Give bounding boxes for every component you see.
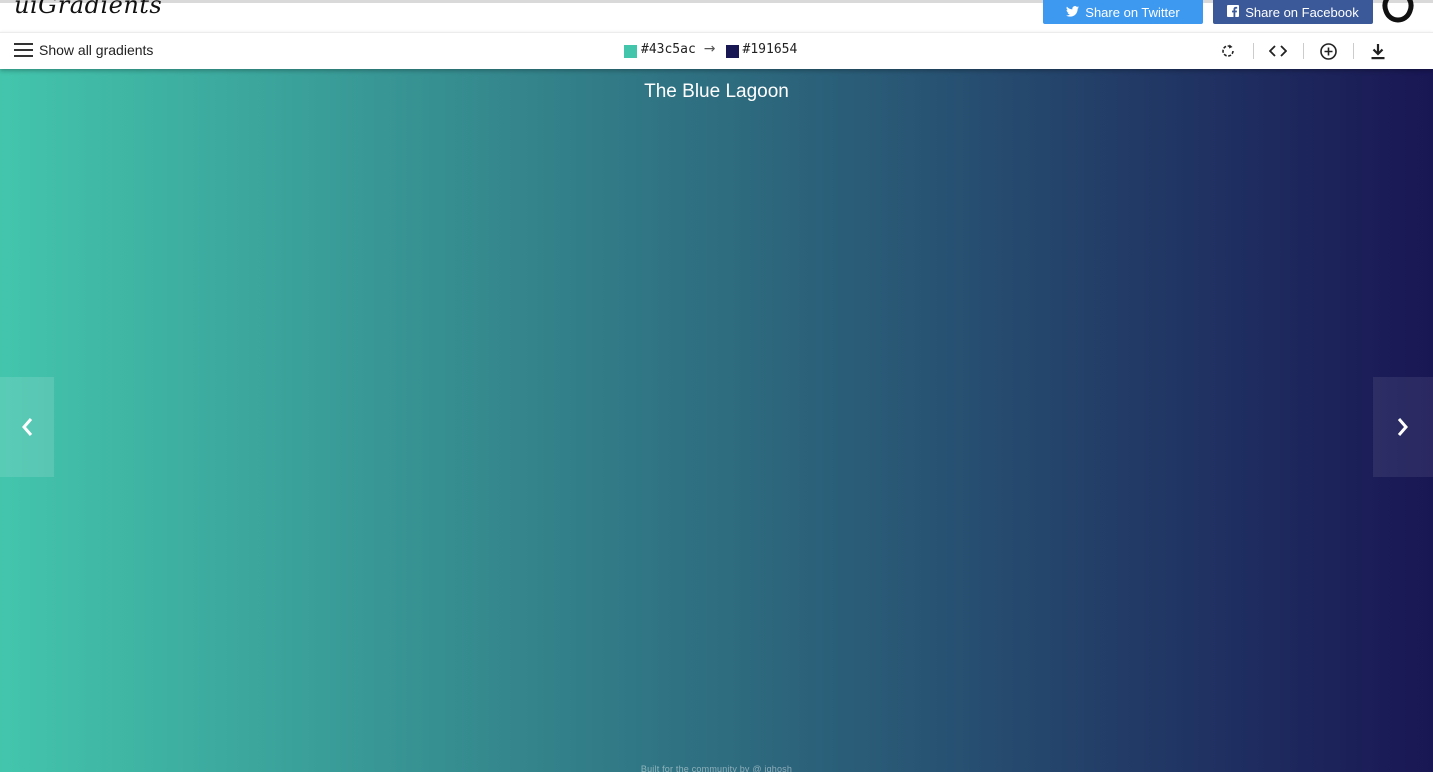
top-header: uiGradients Share on Twitter Share on Fa… — [0, 0, 1433, 32]
chevron-left-icon — [22, 418, 33, 436]
previous-gradient-button[interactable] — [0, 377, 54, 477]
download-button[interactable] — [1353, 41, 1403, 61]
toolbar-actions — [1203, 41, 1403, 61]
share-facebook-label: Share on Facebook — [1245, 4, 1359, 20]
site-logo[interactable]: uiGradients — [14, 0, 162, 19]
gradient-name: The Blue Lagoon — [644, 81, 789, 102]
chevron-right-icon — [1397, 418, 1408, 436]
arrow-right-icon: → — [703, 41, 716, 57]
color-to-code[interactable]: #191654 — [743, 42, 798, 57]
gradient-colors: #43c5ac → #191654 — [624, 41, 798, 58]
gradient-preview: The Blue Lagoon Built for the community … — [0, 68, 1433, 774]
share-facebook-button[interactable]: Share on Facebook — [1213, 0, 1373, 24]
show-all-gradients-label: Show all gradients — [39, 42, 154, 58]
download-icon — [1371, 43, 1385, 59]
show-all-gradients-button[interactable]: Show all gradients — [14, 42, 153, 58]
footer-credit: Built for the community by @ ighosh — [640, 764, 793, 774]
color-to-swatch — [725, 44, 739, 58]
code-icon — [1269, 45, 1287, 57]
next-gradient-button[interactable] — [1373, 377, 1433, 477]
rotate-button[interactable] — [1203, 41, 1253, 61]
share-twitter-label: Share on Twitter — [1085, 4, 1180, 20]
add-gradient-button[interactable] — [1303, 41, 1353, 61]
twitter-icon — [1066, 5, 1080, 20]
add-icon — [1319, 42, 1337, 60]
rotate-icon — [1222, 44, 1234, 57]
color-from-swatch — [624, 44, 637, 58]
toolbar: Show all gradients #43c5ac → #191654 — [0, 32, 1433, 69]
color-from-code[interactable]: #43c5ac — [641, 42, 696, 57]
facebook-icon — [1227, 4, 1240, 20]
code-button[interactable] — [1253, 41, 1303, 61]
share-twitter-button[interactable]: Share on Twitter — [1043, 0, 1203, 24]
menu-icon — [14, 43, 33, 57]
github-icon[interactable] — [1382, 0, 1414, 25]
